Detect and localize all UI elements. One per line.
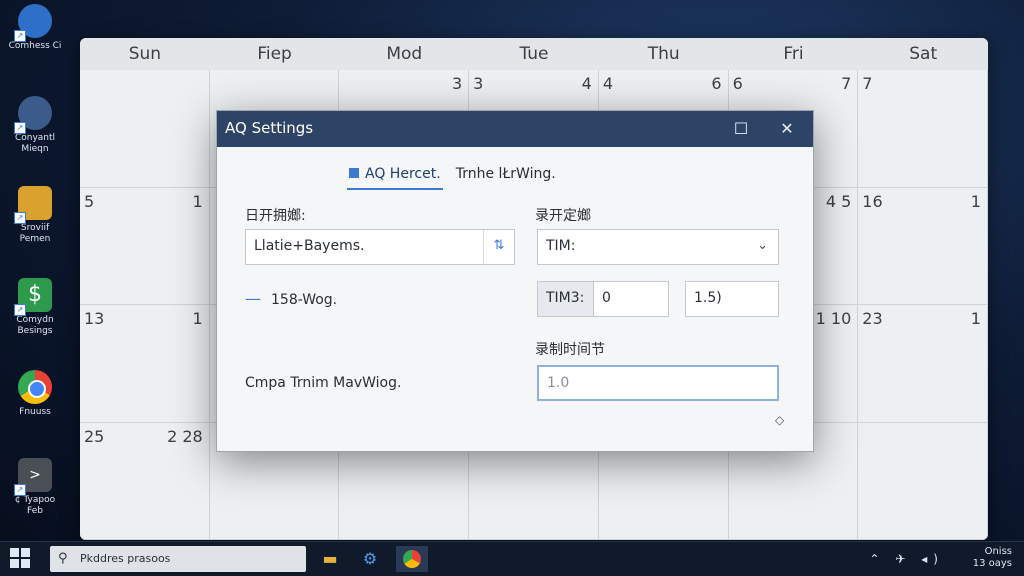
cell-day-number: 13: [84, 309, 105, 328]
left-text-input[interactable]: Llatie+Bayems. ⇅: [245, 229, 515, 265]
desktop-icon-1[interactable]: ↗ Conyantl Mieqn: [6, 96, 64, 155]
weekday-label: Fiep: [257, 44, 292, 64]
weekday-label: Sat: [909, 44, 938, 64]
dialog-titlebar[interactable]: AQ Settings ☐ ✕: [217, 111, 813, 147]
desktop-icon-label: ¢ Tyapoo Feb: [14, 495, 56, 516]
cell-day-number: 5: [84, 191, 95, 211]
select-value: TIM:: [546, 238, 576, 254]
cell-day-number: 16: [862, 191, 883, 211]
tray-date: 13 oays: [972, 558, 1012, 569]
desktop-icon-0[interactable]: ↗ Comhess Ci: [6, 4, 64, 52]
tim3-secondary-input[interactable]: 1.5): [685, 281, 779, 317]
cell-day-number-right: 3: [451, 74, 463, 93]
tim3-label: TIM3:: [546, 290, 585, 306]
input-value: 0: [602, 290, 611, 306]
cell-day-number: 6: [732, 74, 743, 93]
cell-day-number: 23: [862, 309, 883, 328]
tab-trnhe[interactable]: Trnhe lŁrWing.: [454, 166, 558, 188]
chrome-icon: [18, 370, 52, 404]
right-field-label: 录开定嫏: [535, 208, 591, 224]
file-explorer-icon[interactable]: ▬: [314, 546, 346, 572]
desktop-icon-label: Comydn Besings: [16, 315, 54, 336]
left-line-text: 158-Wog.: [271, 292, 338, 308]
desktop-icon-label: Comhess Ci: [8, 41, 62, 51]
settings-dialog: AQ Settings ☐ ✕ AQ Hercet. Trnhe lŁrWing…: [216, 110, 814, 452]
cell-day-number: 3: [473, 74, 484, 93]
record-time-label: 录制时间节: [535, 342, 605, 358]
cell-day-number-right: 1: [970, 191, 981, 211]
cell-day-number-right: 2 28: [167, 426, 203, 446]
calendar-cell[interactable]: 13 1: [80, 305, 210, 423]
tray-time: Oniss: [984, 546, 1012, 557]
spinner-icon[interactable]: ⇅: [483, 230, 514, 264]
desktop-icon-2[interactable]: ↗ Sroviif Pemen: [6, 186, 64, 245]
tab-indicator-icon: [349, 168, 359, 178]
input-value: 1.0: [547, 375, 570, 391]
start-button[interactable]: [10, 548, 32, 570]
close-button[interactable]: ✕: [765, 111, 809, 147]
calendar-cell[interactable]: [80, 70, 210, 188]
cell-day-number: 4: [602, 74, 614, 93]
windows-logo-icon: [10, 548, 19, 557]
cell-day-number: 7: [862, 74, 873, 93]
weekday-label: Tue: [519, 44, 549, 64]
calendar-cell[interactable]: 23 1: [858, 305, 988, 423]
taskbar: ⚲ Pkddres prasoos ▬ ⚙ ⌃ ✈ ◂) Oniss 13 oa…: [0, 541, 1024, 576]
tray-clock[interactable]: Oniss 13 oays: [973, 546, 1012, 570]
cell-day-number-right: 4 5: [825, 191, 852, 211]
weekday-label: Fri: [783, 44, 804, 64]
maximize-button[interactable]: ☐: [719, 111, 763, 147]
resize-grip-icon[interactable]: ◇: [775, 413, 784, 427]
tab-aq-hercet[interactable]: AQ Hercet.: [347, 166, 443, 190]
dash-icon: —: [245, 289, 261, 308]
desktop-icon-label: Conyantl Mieqn: [14, 133, 56, 154]
dollar-app-icon: $ ↗: [14, 278, 52, 316]
weekday-label: Thu: [647, 44, 680, 64]
desktop-icon-5[interactable]: > ↗ ¢ Tyapoo Feb: [6, 458, 64, 517]
camera-shortcut-icon: ↗: [14, 96, 52, 134]
desktop-icon-label: Sroviif Pemen: [19, 223, 51, 244]
left-footer-text: Cmpa Trnim MavWiog.: [245, 375, 402, 391]
user-shortcut-icon: ↗: [14, 4, 52, 42]
weekday-label: Sun: [128, 44, 162, 64]
cell-day-number-right: 1: [192, 309, 203, 328]
tab-label: AQ Hercet.: [365, 166, 441, 182]
cell-day-number-right: 6: [711, 74, 722, 93]
left-field-label: 日开拥嫏:: [245, 208, 306, 224]
chevron-down-icon[interactable]: ⌄: [757, 230, 768, 262]
cell-day-number-right: 7: [841, 74, 852, 93]
cell-day-number-right: 4: [581, 74, 592, 93]
dialog-title: AQ Settings: [225, 119, 314, 137]
record-time-input[interactable]: 1.0: [537, 365, 779, 401]
cell-day-number: 25: [84, 426, 105, 446]
search-placeholder: Pkddres prasoos: [80, 552, 171, 565]
weekday-label: Mod: [386, 44, 423, 64]
terminal-icon: > ↗: [14, 458, 52, 496]
calendar-cell[interactable]: 51: [80, 187, 210, 305]
tim3-input[interactable]: 0: [593, 281, 669, 317]
input-value: Llatie+Bayems.: [254, 238, 365, 254]
calendar-cell[interactable]: 25 2 28: [80, 422, 210, 540]
calendar-cell[interactable]: [858, 422, 988, 540]
tray-icons[interactable]: ⌃ ✈ ◂): [870, 552, 944, 566]
tab-label: Trnhe lŁrWing.: [455, 166, 556, 182]
desktop-icon-label: Fnuuss: [19, 407, 51, 417]
cell-day-number-right: 1: [192, 191, 203, 211]
desktop-icon-4[interactable]: Fnuuss: [6, 370, 64, 418]
cell-day-number-right: 1 10: [815, 309, 852, 328]
dialog-tabs: AQ Hercet. Trnhe lŁrWing.: [347, 163, 564, 191]
tim-select[interactable]: TIM: ⌄: [537, 229, 779, 265]
input-value: 1.5): [694, 290, 722, 306]
calendar-cell[interactable]: 16 1: [858, 187, 988, 305]
cell-day-number-right: 1: [970, 309, 981, 328]
settings-gear-icon[interactable]: ⚙: [354, 546, 386, 572]
search-icon: ⚲: [58, 551, 68, 566]
calendar-weekday-header: Sun Fiep Mod Tue Thu Fri Sat: [80, 38, 988, 70]
desktop-icon-3[interactable]: $ ↗ Comydn Besings: [6, 278, 64, 337]
taskbar-search[interactable]: ⚲ Pkddres prasoos: [50, 546, 306, 572]
calendar-cell[interactable]: 7: [858, 70, 988, 188]
folder-lock-icon: ↗: [14, 186, 52, 224]
chrome-taskbar-icon[interactable]: [396, 546, 428, 572]
